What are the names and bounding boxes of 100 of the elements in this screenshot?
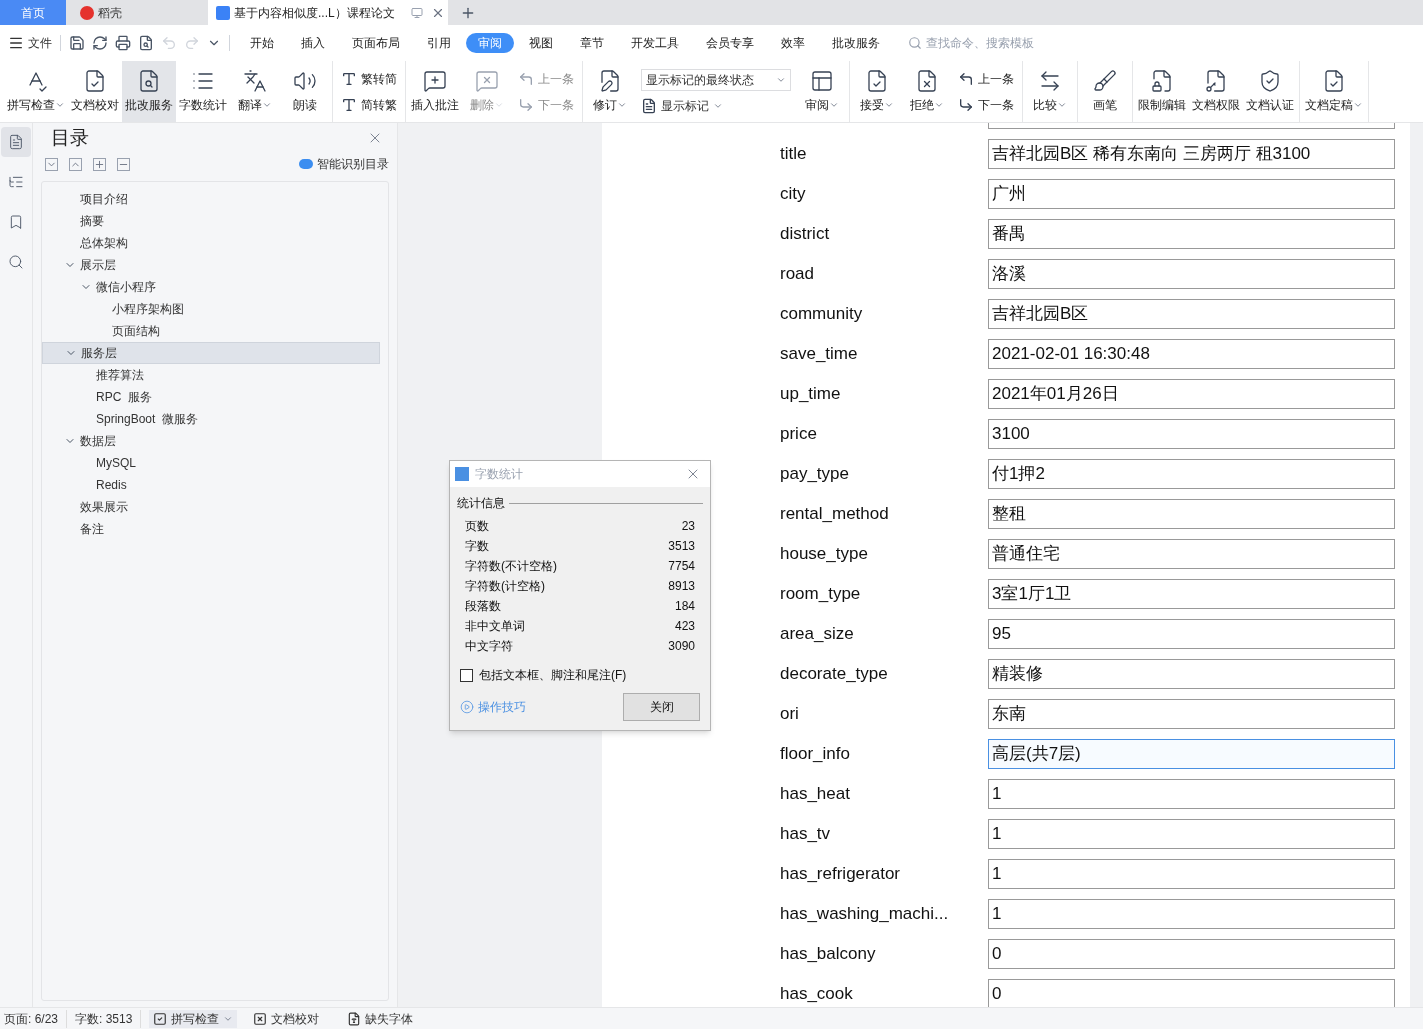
field-label: has_tv bbox=[780, 823, 832, 846]
stat-label: 非中文单词 bbox=[465, 618, 525, 635]
ribbon-button[interactable]: 拼写检查 bbox=[4, 61, 68, 122]
play-circle-icon bbox=[460, 700, 474, 714]
ribbon-button[interactable]: 文档权限 bbox=[1189, 61, 1243, 122]
toc-item[interactable]: SpringBoot 微服务 bbox=[42, 408, 380, 430]
field-value: 整租 bbox=[988, 499, 1395, 529]
menu-tab[interactable]: 会员专享 bbox=[694, 33, 766, 53]
ribbon-button[interactable]: 接受 bbox=[852, 61, 902, 122]
command-search-field[interactable]: 查找命令、搜索模板 bbox=[908, 34, 1056, 52]
monitor-icon[interactable] bbox=[410, 6, 423, 19]
ribbon-button[interactable]: 插入批注 bbox=[408, 61, 462, 122]
caret-icon bbox=[829, 100, 839, 110]
plus-icon[interactable] bbox=[93, 157, 106, 171]
menu-tab[interactable]: 开始 bbox=[238, 33, 286, 53]
ribbon-button[interactable]: 文档定稿 bbox=[1302, 61, 1366, 122]
ribbon-button[interactable]: 限制编辑 bbox=[1135, 61, 1189, 122]
ribbon-button[interactable]: 文档校对 bbox=[68, 61, 122, 122]
ribbon-small-button[interactable]: 繁转简 bbox=[341, 69, 397, 88]
document-icon bbox=[641, 97, 657, 114]
field-value: 洛溪 bbox=[988, 259, 1395, 289]
collapse-icon[interactable] bbox=[69, 157, 82, 171]
minus-icon[interactable] bbox=[117, 157, 130, 171]
menu-tab[interactable]: 批改服务 bbox=[820, 33, 892, 53]
menu-tab[interactable]: 引用 bbox=[415, 33, 463, 53]
field-value: 95 bbox=[988, 619, 1395, 649]
ribbon-button[interactable]: 修订 bbox=[585, 61, 635, 122]
field-value: 3100 bbox=[988, 419, 1395, 449]
ribbon-small-button[interactable]: 下一条 bbox=[958, 95, 1014, 114]
stat-label: 页数 bbox=[465, 518, 489, 535]
menu-tab[interactable]: 章节 bbox=[568, 33, 616, 53]
file-menu[interactable]: 文件 bbox=[8, 34, 52, 52]
menu-tab[interactable]: 页面布局 bbox=[340, 33, 412, 53]
ribbon-button[interactable]: 拒绝 bbox=[902, 61, 952, 122]
missing-font-status[interactable]: 缺失字体 bbox=[347, 1009, 414, 1028]
toc-item[interactable]: 服务层 bbox=[42, 342, 380, 364]
toc-item[interactable]: 备注 bbox=[42, 518, 380, 540]
brush-icon bbox=[1093, 69, 1117, 93]
toc-item[interactable]: 效果展示 bbox=[42, 496, 380, 518]
toc-item[interactable]: 页面结构 bbox=[42, 320, 380, 342]
document-search-icon bbox=[137, 69, 161, 93]
ribbon-small-button[interactable]: 简转繁 bbox=[341, 95, 397, 114]
shield-icon bbox=[1258, 69, 1282, 93]
save-icon[interactable] bbox=[69, 35, 85, 51]
menu-tab[interactable]: 插入 bbox=[289, 33, 337, 53]
ribbon-button[interactable]: 字数统计 bbox=[176, 61, 230, 122]
checkbox[interactable] bbox=[460, 668, 473, 682]
print-icon[interactable] bbox=[115, 35, 131, 51]
document-tab[interactable]: 基于内容相似度...L）课程论文 bbox=[208, 0, 448, 25]
status-text: 字数: 3513 bbox=[75, 1009, 142, 1028]
field-value: 精装修 bbox=[988, 659, 1395, 689]
field-label: area_size bbox=[780, 623, 855, 646]
expand-icon[interactable] bbox=[45, 157, 58, 171]
field-label: room_type bbox=[780, 583, 862, 606]
ribbon-button[interactable]: 文档认证 bbox=[1243, 61, 1297, 122]
ribbon-button[interactable]: 比较 bbox=[1025, 61, 1075, 122]
toc-item[interactable]: MySQL bbox=[42, 452, 380, 474]
caret-icon bbox=[884, 100, 894, 110]
markup-dropdown[interactable]: 显示标记的最终状态 bbox=[641, 68, 791, 91]
spell-check-status[interactable]: 拼写检查 bbox=[149, 1009, 238, 1028]
toc-icon[interactable] bbox=[1, 127, 31, 157]
ribbon-small-button[interactable]: 上一条 bbox=[958, 69, 1014, 88]
ribbon-button[interactable]: 批改服务 bbox=[122, 61, 176, 122]
toc-item[interactable]: 推荐算法 bbox=[42, 364, 380, 386]
ribbon-button[interactable]: 画笔 bbox=[1080, 61, 1130, 122]
ribbon-small-button[interactable]: 显示标记 bbox=[641, 96, 791, 115]
menu-tab[interactable]: 开发工具 bbox=[619, 33, 691, 53]
close-button[interactable]: 关闭 bbox=[623, 693, 700, 721]
arrow-up-left-icon bbox=[518, 70, 534, 87]
field-value: 2021年01月26日 bbox=[988, 379, 1395, 409]
proofread-status[interactable]: 文档校对 bbox=[245, 1009, 328, 1028]
stat-value: 423 bbox=[674, 618, 695, 635]
document-check-icon bbox=[1322, 69, 1346, 93]
toc-item[interactable]: 数据层 bbox=[42, 430, 380, 452]
arrow-down-right-icon bbox=[518, 96, 534, 113]
toc-item[interactable]: 总体架构 bbox=[42, 232, 380, 254]
toc-item[interactable]: Redis bbox=[42, 474, 380, 496]
menu-tab[interactable]: 效率 bbox=[769, 33, 817, 53]
stat-value: 3090 bbox=[668, 638, 695, 655]
menu-tab[interactable]: 视图 bbox=[517, 33, 565, 53]
ribbon-button[interactable]: 朗读 bbox=[280, 61, 330, 122]
toc-item[interactable]: 摘要 bbox=[42, 210, 380, 232]
preview-icon[interactable] bbox=[138, 35, 154, 51]
ribbon-button[interactable]: 翻译 bbox=[230, 61, 280, 122]
field-value: 广州 bbox=[988, 179, 1395, 209]
x-box-icon bbox=[253, 1011, 268, 1026]
toc-item[interactable]: 小程序架构图 bbox=[42, 298, 380, 320]
toc-item[interactable]: 微信小程序 bbox=[42, 276, 380, 298]
document-lock-icon bbox=[1150, 69, 1174, 93]
toc-item[interactable]: 项目介绍 bbox=[42, 188, 380, 210]
writer-logo-icon bbox=[216, 5, 230, 20]
dialog-title: 字数统计 bbox=[475, 466, 523, 483]
smart-toc-button[interactable]: 智能识别目录 bbox=[299, 155, 389, 173]
scrollbar[interactable] bbox=[1410, 123, 1423, 1007]
toc-item[interactable]: 展示层 bbox=[42, 254, 380, 276]
status-text: 页面: 6/23 bbox=[4, 1009, 68, 1028]
ribbon-button[interactable]: 审阅 bbox=[797, 61, 847, 122]
field-label: has_cook bbox=[780, 983, 854, 1006]
field-label: title bbox=[780, 143, 808, 166]
toc-item[interactable]: RPC 服务 bbox=[42, 386, 380, 408]
